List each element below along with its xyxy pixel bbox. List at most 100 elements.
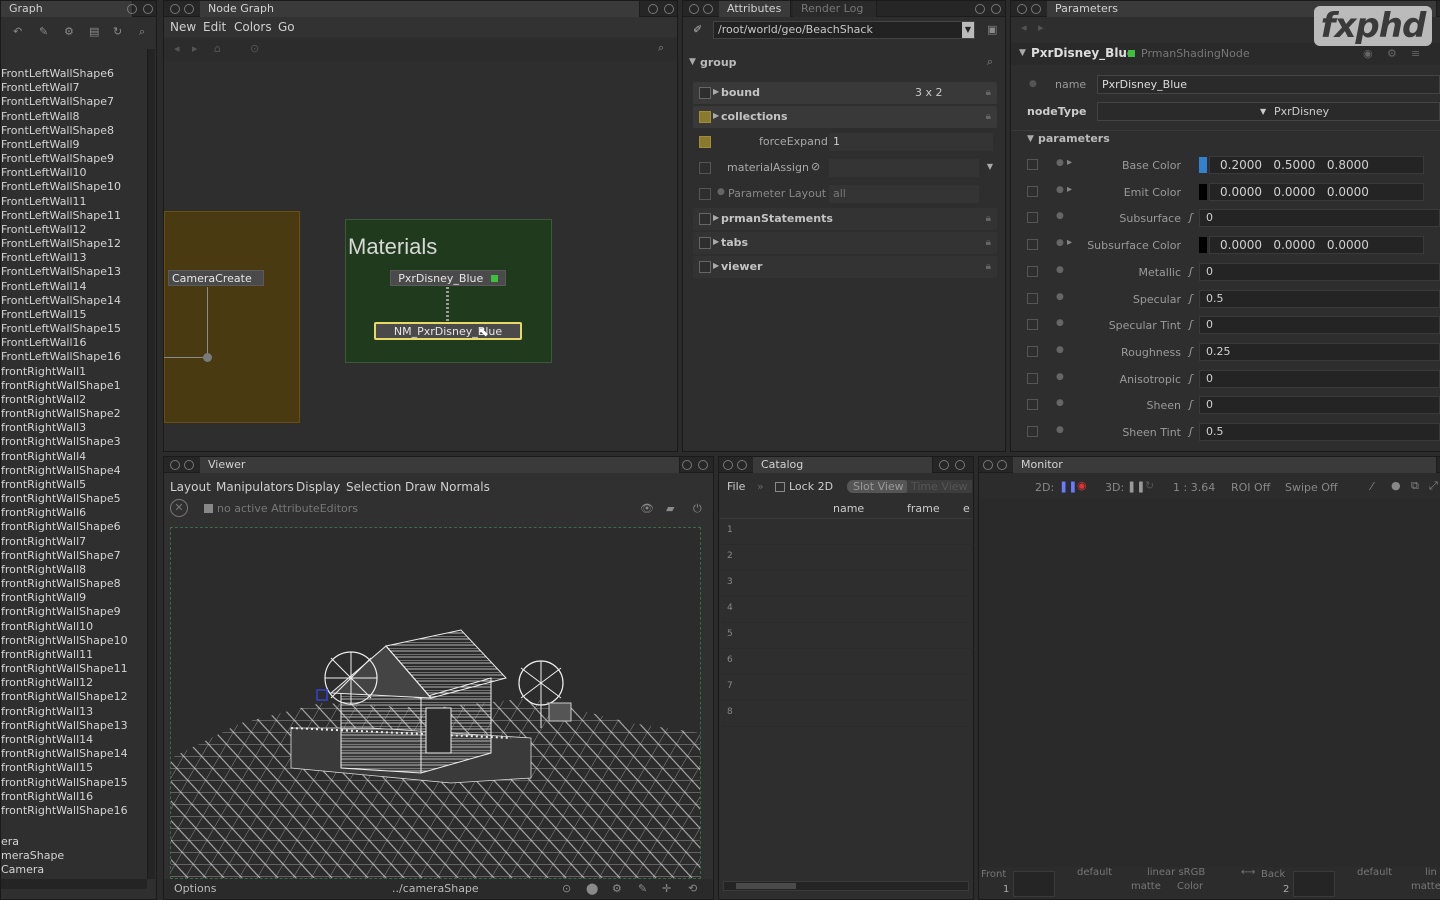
list-item[interactable]: Camera bbox=[1, 863, 151, 877]
list-item[interactable]: FrontLeftWallShape6 bbox=[1, 67, 151, 81]
gear-icon[interactable]: ⚙ bbox=[1387, 47, 1397, 60]
param-value-field[interactable]: 0 bbox=[1199, 209, 1440, 228]
list-item[interactable]: frontRightWallShape8 bbox=[1, 577, 151, 591]
tab-graph[interactable]: Graph bbox=[1, 1, 133, 17]
pin-icon[interactable] bbox=[723, 460, 733, 470]
list-item[interactable]: FrontLeftWall16 bbox=[1, 336, 151, 350]
attr-row-parameter-layout[interactable]: ● Parameter Layout all bbox=[693, 184, 997, 204]
pause-icon[interactable]: ❚❚ bbox=[1127, 480, 1145, 493]
pin-icon[interactable] bbox=[997, 460, 1007, 470]
chevron-right-icon[interactable]: ▸ bbox=[1067, 237, 1072, 248]
list-item[interactable]: frontRightWall2 bbox=[1, 393, 151, 407]
menu-new[interactable]: New bbox=[170, 20, 196, 34]
pin-icon[interactable] bbox=[975, 4, 985, 14]
table-row[interactable]: 7 bbox=[721, 675, 971, 701]
menu-manipulators[interactable]: Manipulators bbox=[216, 480, 294, 494]
param-value-field[interactable]: 0.25 bbox=[1199, 342, 1440, 361]
list-item[interactable]: FrontLeftWall7 bbox=[1, 81, 151, 95]
refresh-icon[interactable]: ↻ bbox=[1145, 479, 1154, 492]
time-view-button[interactable]: Time View bbox=[907, 480, 972, 493]
name-field[interactable]: PxrDisney_Blue bbox=[1097, 75, 1440, 94]
nodetype-dropdown[interactable]: ▼ PxrDisney bbox=[1097, 102, 1440, 121]
param-value-field[interactable]: 0.0000 0.0000 0.0000 bbox=[1209, 182, 1424, 201]
list-item[interactable]: frontRightWall15 bbox=[1, 761, 151, 775]
list-item[interactable]: frontRightWall1 bbox=[1, 365, 151, 379]
pin-icon[interactable] bbox=[648, 4, 658, 14]
curve-icon[interactable]: ʃ bbox=[1189, 292, 1193, 305]
comment-icon[interactable]: ● bbox=[1391, 479, 1401, 492]
list-item[interactable]: FrontLeftWallShape9 bbox=[1, 152, 151, 166]
list-item[interactable]: frontRightWall16 bbox=[1, 790, 151, 804]
stop-icon[interactable]: ◉ bbox=[1363, 47, 1373, 60]
default-label-2[interactable]: default bbox=[1357, 867, 1392, 878]
list-item[interactable]: frontRightWallShape15 bbox=[1, 776, 151, 790]
close-icon[interactable] bbox=[955, 460, 965, 470]
list-item[interactable]: frontRightWall12 bbox=[1, 676, 151, 690]
pin-icon[interactable] bbox=[689, 4, 699, 14]
list-item[interactable]: frontRightWallShape5 bbox=[1, 492, 151, 506]
catalog-hscrollbar[interactable] bbox=[723, 881, 969, 891]
menu-file[interactable]: File bbox=[727, 480, 745, 493]
list-item[interactable]: frontRightWallShape6 bbox=[1, 520, 151, 534]
list-item[interactable]: frontRightWall6 bbox=[1, 506, 151, 520]
trash-icon[interactable]: ▤ bbox=[89, 25, 99, 38]
close-icon[interactable] bbox=[991, 4, 1001, 14]
lock-2d-checkbox[interactable] bbox=[775, 482, 785, 492]
tab-catalog[interactable]: Catalog bbox=[753, 457, 933, 473]
list-item[interactable]: FrontLeftWallShape7 bbox=[1, 95, 151, 109]
attr-row-collections[interactable]: ▶ collections 🔒︎ bbox=[693, 106, 997, 128]
list-item[interactable]: frontRightWallShape14 bbox=[1, 747, 151, 761]
close-icon[interactable] bbox=[664, 4, 674, 14]
param-value-field[interactable]: 0 bbox=[1199, 316, 1440, 335]
param-value-field[interactable]: 0 bbox=[1199, 396, 1440, 415]
param-checkbox[interactable] bbox=[1027, 212, 1038, 224]
pen-icon[interactable]: ✐ bbox=[693, 23, 702, 36]
list-item[interactable]: frontRightWallShape10 bbox=[1, 634, 151, 648]
menu-layout[interactable]: Layout bbox=[170, 480, 211, 494]
list-item[interactable]: frontRightWallShape4 bbox=[1, 464, 151, 478]
list-item[interactable]: FrontLeftWallShape8 bbox=[1, 124, 151, 138]
list-item[interactable]: FrontLeftWall14 bbox=[1, 280, 151, 294]
chevron-down-icon[interactable]: ▼ bbox=[987, 162, 993, 171]
pxrdisney-node[interactable]: PxrDisney_Blue bbox=[390, 270, 506, 286]
curve-icon[interactable]: ʃ bbox=[1189, 372, 1193, 385]
menu-icon[interactable]: ≡ bbox=[1411, 47, 1420, 60]
list-item[interactable]: FrontLeftWallShape14 bbox=[1, 294, 151, 308]
list-item[interactable]: FrontLeftWallShape11 bbox=[1, 209, 151, 223]
pin-icon[interactable] bbox=[682, 460, 692, 470]
swipe-dropdown[interactable]: Swipe Off bbox=[1285, 481, 1338, 494]
col-e[interactable]: e bbox=[963, 502, 970, 515]
list-item[interactable]: frontRightWall3 bbox=[1, 421, 151, 435]
pin-icon[interactable] bbox=[703, 4, 713, 14]
list-item[interactable]: frontRightWallShape3 bbox=[1, 435, 151, 449]
pin-icon[interactable] bbox=[737, 460, 747, 470]
pin-icon[interactable] bbox=[1017, 4, 1027, 14]
pin-icon[interactable] bbox=[939, 460, 949, 470]
param-checkbox[interactable] bbox=[1027, 319, 1038, 331]
monitor-canvas[interactable] bbox=[979, 499, 1440, 867]
table-row[interactable]: 5 bbox=[721, 623, 971, 649]
default-label[interactable]: default bbox=[1077, 867, 1112, 878]
expand-icon[interactable]: ⤢ bbox=[1429, 479, 1438, 493]
options-label[interactable]: Options bbox=[174, 882, 216, 895]
linear-label[interactable]: linear sRGB bbox=[1147, 867, 1205, 878]
list-item[interactable]: frontRightWall10 bbox=[1, 620, 151, 634]
force-expand-field[interactable]: 1 bbox=[829, 133, 993, 151]
attr-row-force-expand[interactable]: forceExpand 1 bbox=[693, 132, 997, 152]
path-field[interactable]: /root/world/geo/BeachShack ▼ bbox=[713, 21, 975, 39]
pin-icon[interactable]: ⬤ bbox=[586, 882, 598, 895]
parameters-section-header[interactable]: ▼ parameters bbox=[1011, 130, 1440, 148]
color-swatch[interactable] bbox=[1199, 183, 1207, 200]
search-icon[interactable]: ⌕ bbox=[987, 55, 993, 69]
eye-icon[interactable]: ⊙ bbox=[562, 882, 571, 895]
rotate-icon[interactable]: ⟲ bbox=[688, 882, 697, 895]
camera-backdrop[interactable] bbox=[164, 211, 300, 423]
search-icon[interactable]: ⌕ bbox=[139, 25, 145, 39]
param-checkbox[interactable] bbox=[1027, 399, 1038, 411]
scene-graph-hscrollbar[interactable] bbox=[1, 879, 147, 889]
list-item[interactable]: frontRightWall5 bbox=[1, 478, 151, 492]
pen-icon[interactable]: ⁄ bbox=[1371, 480, 1373, 493]
calendar-icon[interactable]: ▣ bbox=[987, 23, 997, 36]
tab-render-log[interactable]: Render Log bbox=[793, 1, 877, 17]
menu-selection[interactable]: Selection bbox=[346, 480, 401, 494]
